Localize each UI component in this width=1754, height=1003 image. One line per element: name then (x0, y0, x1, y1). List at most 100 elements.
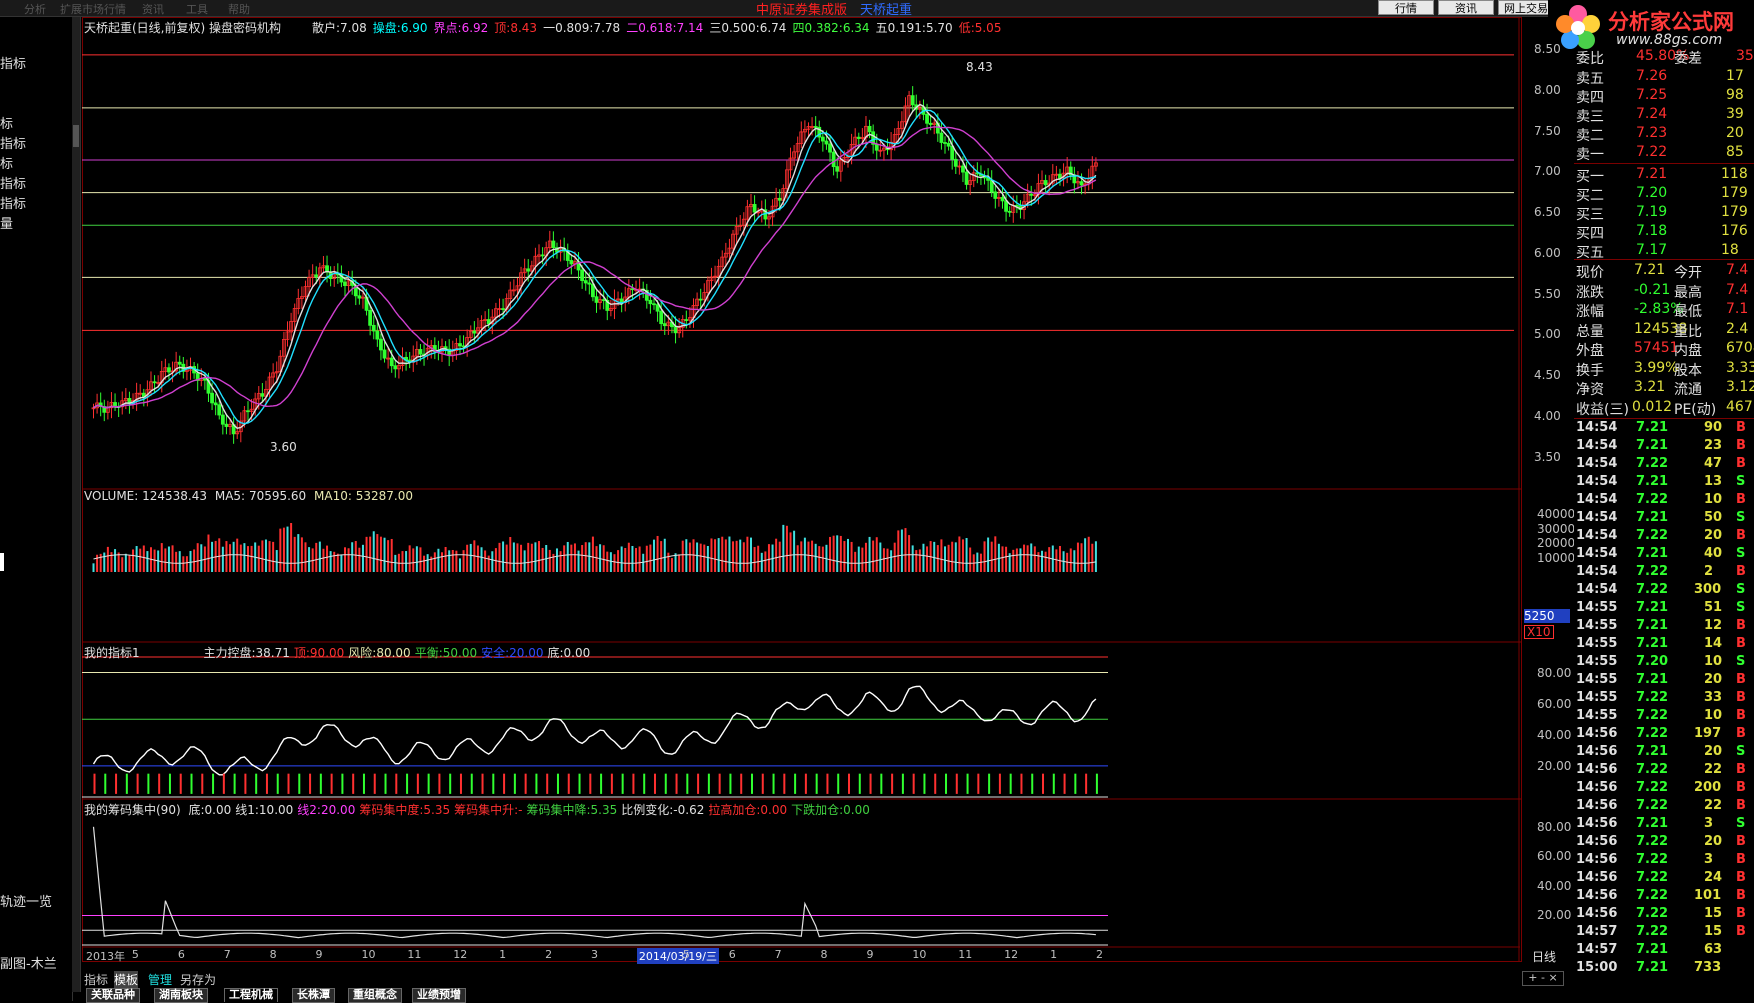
sidebar-item[interactable]: 副图-木兰 (0, 953, 57, 972)
tick-time: 14:54 (1576, 510, 1618, 525)
tab-indicator[interactable]: 指标 (84, 971, 108, 988)
bid-label: 买三 (1576, 207, 1604, 223)
price-indicator-value: 7.78 (593, 21, 621, 35)
price-panel-title: 天桥起重(日线,前复权) 操盘密码机构 (84, 21, 281, 35)
tick-volume: 51 (1704, 600, 1723, 615)
sidebar-item[interactable]: 量 (0, 213, 13, 232)
volume-bar (670, 558, 673, 572)
news-button[interactable]: 资讯 (1438, 0, 1494, 15)
price-indicator-value: 6.92 (461, 21, 489, 35)
sidebar-item[interactable]: 指标 (0, 173, 26, 192)
candle-body (867, 125, 872, 133)
candle-body (224, 423, 229, 427)
volume-value: 124538.43 (142, 489, 208, 503)
tick-volume: 300 (1694, 582, 1722, 597)
volume-bar (696, 542, 699, 572)
tick-price: 7.21 (1636, 636, 1669, 651)
volume-bar (178, 551, 181, 572)
menu-extended-market[interactable]: 扩展市场行情 (60, 1, 126, 17)
volume-bar (189, 550, 192, 572)
sidebar-item[interactable]: 指标 (0, 193, 26, 212)
stat-row: 换手 3.99% 股本 3.33 (1576, 360, 1754, 379)
volume-bar (688, 542, 691, 572)
tick-side: B (1736, 636, 1746, 651)
sidebar-item[interactable]: 标 (0, 113, 13, 132)
time-axis-label: 11 (958, 948, 973, 961)
volume-bar (444, 546, 447, 572)
indicator1-signal-bar (621, 773, 624, 794)
tick-side: B (1736, 528, 1746, 543)
tab-manage[interactable]: 管理 (148, 971, 172, 988)
volume-bar (297, 534, 300, 572)
volume-bar (818, 546, 821, 572)
menu-analysis[interactable]: 分析 (24, 1, 46, 17)
volume-bar (602, 545, 605, 572)
volume-bar (419, 547, 422, 572)
chip-value: 20.00 (320, 803, 356, 817)
tick-row: 14:54 7.21 13 S (1576, 474, 1754, 492)
tick-price: 7.22 (1636, 798, 1669, 813)
candle-body (167, 367, 171, 373)
volume-bar (221, 546, 224, 572)
volume-bar (132, 549, 135, 572)
candle-body (910, 95, 915, 106)
candle-body (382, 349, 387, 359)
chip-label: 线1: (235, 803, 259, 817)
volume-bar (685, 539, 688, 572)
tick-side: B (1736, 564, 1746, 579)
chip-label: 底: (188, 803, 205, 817)
vertical-scrollbar[interactable] (72, 17, 81, 992)
tab-template[interactable]: 模板 (114, 971, 139, 988)
indicator1-signal-bar (309, 773, 312, 794)
ask-price: 7.24 (1636, 106, 1668, 122)
volume-bar (969, 547, 972, 572)
volume-bar (1091, 543, 1094, 572)
menu-tools[interactable]: 工具 (186, 1, 208, 17)
sheet-tab-active[interactable]: 工程机械 (224, 988, 278, 1002)
indicator1-signal-bar (222, 773, 225, 794)
zoom-controls[interactable]: + - × (1522, 971, 1564, 986)
volume-bar (620, 546, 623, 572)
sidebar-item[interactable]: 指标 (0, 133, 26, 152)
tick-price: 7.21 (1636, 960, 1669, 975)
menu-news[interactable]: 资讯 (142, 1, 164, 17)
tick-volume: 20 (1704, 672, 1723, 687)
scrollbar-thumb[interactable] (73, 125, 79, 147)
volume-y-tick: 20000 (1537, 536, 1576, 551)
indicator1-value: 50.00 (442, 646, 478, 660)
volume-bar (645, 545, 648, 572)
volume-bar (505, 544, 508, 572)
top-menu-bar: 分析 扩展市场行情 资讯 工具 帮助 中原证券集成版 天桥起重 行情 资讯 网上… (0, 0, 1754, 18)
indicator1-signal-bar (718, 773, 721, 794)
bid-row: 买一 7.21 118 (1576, 166, 1754, 185)
tick-volume: 24 (1704, 870, 1723, 885)
sidebar-item[interactable]: 轨迹一览 (0, 891, 52, 910)
tick-volume: 23 (1704, 438, 1723, 453)
tick-price: 7.20 (1636, 654, 1669, 669)
tick-row: 14:56 7.22 3 B (1576, 852, 1754, 870)
tab-save-as[interactable]: 另存为 (180, 971, 216, 988)
period-label[interactable]: 日线 (1532, 948, 1556, 965)
bid-price: 7.19 (1636, 204, 1668, 220)
stat-row: 涨幅 -2.83% 最低 7.1 (1576, 301, 1754, 320)
tick-price: 7.21 (1636, 942, 1669, 957)
quote-button[interactable]: 行情 (1378, 0, 1434, 15)
volume-bar (282, 527, 285, 572)
indicator1-signal-bar (761, 773, 764, 794)
time-axis-label: 5 (682, 948, 690, 961)
time-axis-label: 1 (1050, 948, 1058, 961)
online-trade-button[interactable]: 网上交易 (1498, 0, 1554, 15)
sidebar-item[interactable]: 指标 (0, 53, 26, 72)
tick-side: B (1736, 618, 1746, 633)
tick-time: 14:56 (1576, 888, 1618, 903)
tick-price: 7.22 (1636, 528, 1669, 543)
menu-help[interactable]: 帮助 (228, 1, 250, 17)
sidebar-item[interactable]: 标 (0, 153, 13, 172)
indicator1-signal-bar (578, 773, 581, 794)
volume-bar (114, 549, 117, 572)
stat-value: 7.21 (1634, 262, 1666, 278)
volume-bar (534, 542, 537, 572)
moving-average-line (93, 126, 1097, 409)
volume-bar (663, 538, 666, 572)
indicator1-label: 平衡: (414, 646, 443, 660)
